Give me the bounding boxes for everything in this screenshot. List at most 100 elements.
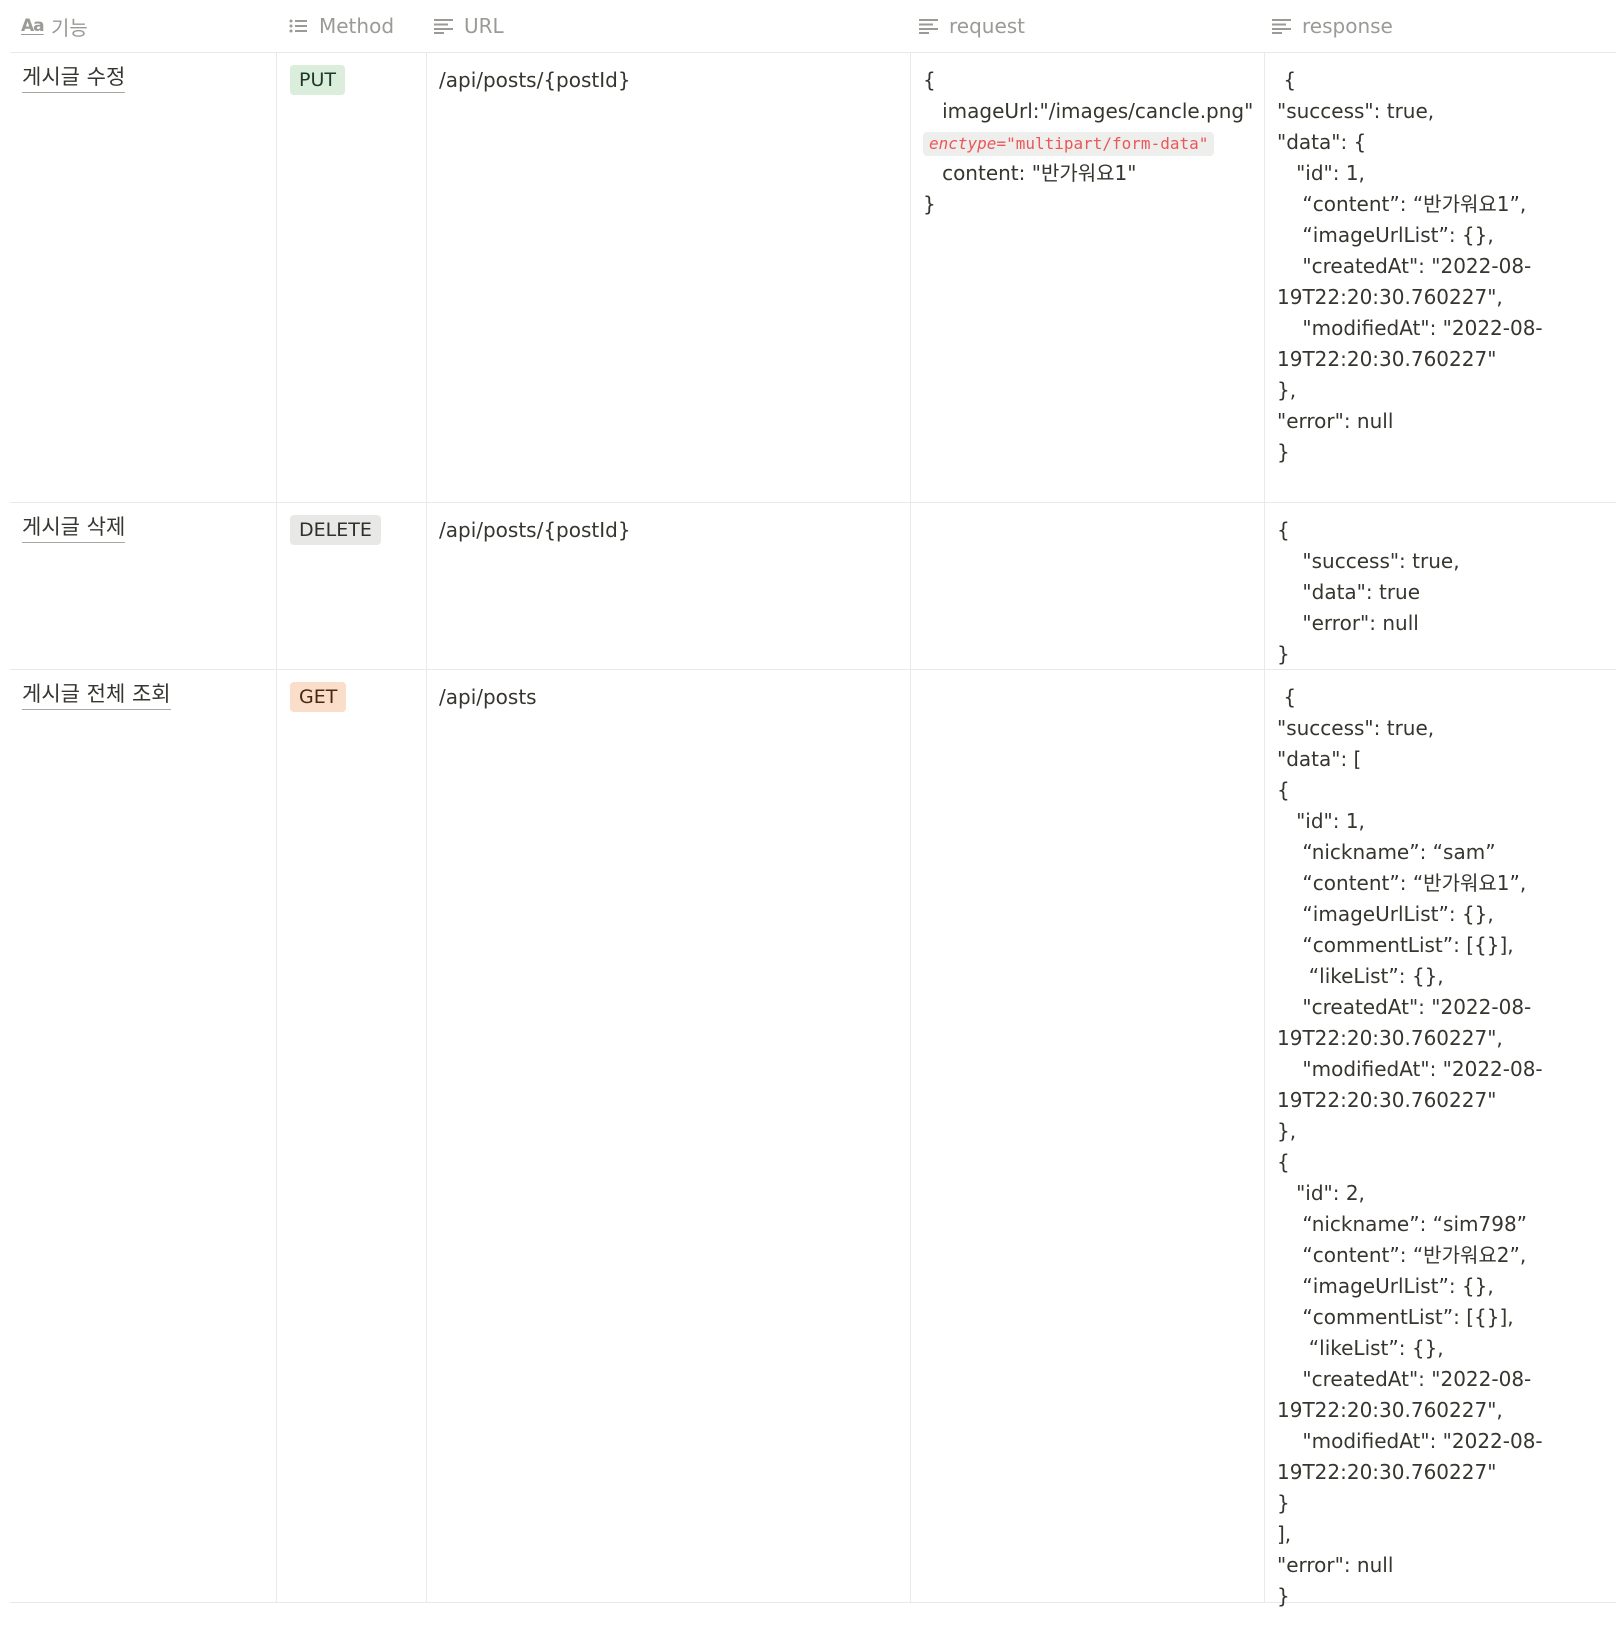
response-line: 19T22:20:30.760227", [1277, 1398, 1503, 1422]
response-cell[interactable]: { "success": true, "data": [ { "id": 1, “ni… [1264, 670, 1617, 1608]
column-header-label: Method [319, 14, 395, 38]
method-cell[interactable]: GET [276, 670, 427, 1602]
table-row[interactable]: 게시글 수정 PUT /api/posts/{postId} { imageUr… [10, 53, 1616, 503]
column-header-response[interactable]: response [1272, 0, 1393, 52]
response-line: “content”: “반가워요2”, [1277, 1243, 1527, 1267]
response-line: “nickname”: “sim798” [1277, 1212, 1528, 1236]
row-title[interactable]: 게시글 수정 [22, 63, 126, 93]
response-line: } [1277, 1584, 1290, 1608]
method-tag-delete: DELETE [290, 515, 381, 545]
response-line: "error": null [1277, 409, 1394, 433]
column-header-feature[interactable]: Aa 기능 [21, 0, 88, 52]
response-line: } [1277, 642, 1290, 666]
method-tag-put: PUT [290, 65, 345, 95]
request-cell[interactable] [910, 503, 1265, 669]
request-line: { [923, 68, 936, 92]
response-line: “likeList”: {}, [1277, 964, 1444, 988]
response-line: “imageUrlList”: {}, [1277, 902, 1494, 926]
column-header-label: URL [464, 14, 504, 38]
response-line: { [1277, 1150, 1290, 1174]
request-line: enctype="multipart/form-data" [923, 127, 1253, 158]
response-line: “imageUrlList”: {}, [1277, 223, 1494, 247]
row-title[interactable]: 게시글 전체 조회 [22, 680, 171, 710]
url-cell[interactable]: /api/posts [426, 670, 911, 1602]
url-text: /api/posts [439, 685, 537, 709]
url-cell[interactable]: /api/posts/{postId} [426, 503, 911, 669]
response-line: 19T22:20:30.760227" [1277, 1460, 1497, 1484]
table-row[interactable]: 게시글 삭제 DELETE /api/posts/{postId} { "suc… [10, 503, 1616, 670]
response-line: { [1277, 68, 1297, 92]
response-line: 19T22:20:30.760227", [1277, 1026, 1503, 1050]
method-cell[interactable]: DELETE [276, 503, 427, 669]
response-line: { [1277, 778, 1290, 802]
response-line: "success": true, [1277, 716, 1435, 740]
response-line: { [1277, 518, 1290, 542]
response-line: “content”: “반가워요1”, [1277, 871, 1527, 895]
response-line: “nickname”: “sam” [1277, 840, 1496, 864]
response-line: “imageUrlList”: {}, [1277, 1274, 1494, 1298]
column-header-label: 기능 [51, 15, 88, 40]
response-line: "data": true [1277, 580, 1421, 604]
response-line: "modifiedAt": "2022-08- [1277, 1429, 1543, 1453]
database-table: Aa 기능 Method URL request response 게시글 수정… [10, 0, 1617, 1608]
response-cell[interactable]: { "success": true, "data": true "error":… [1264, 503, 1617, 669]
request-body: { imageUrl:"/images/cancle.png" enctype=… [923, 65, 1253, 220]
response-line: "createdAt": "2022-08- [1277, 254, 1532, 278]
row-title[interactable]: 게시글 삭제 [22, 513, 126, 543]
column-header-method[interactable]: Method [289, 0, 394, 52]
response-line: "id": 1, [1277, 161, 1365, 185]
response-line: "error": null [1277, 1553, 1394, 1577]
feature-cell[interactable]: 게시글 수정 [10, 53, 276, 502]
table-row[interactable]: 게시글 전체 조회 GET /api/posts { "success": tru… [10, 670, 1617, 1608]
code-value: ="multipart/form-data" [996, 134, 1209, 153]
response-line: "success": true, [1277, 99, 1435, 123]
response-body: { "success": true, "data": { "id": 1, “con… [1277, 65, 1612, 468]
text-lines-icon [919, 18, 939, 34]
request-line: } [923, 192, 936, 216]
response-line: "data": [ [1277, 747, 1362, 771]
response-line: 19T22:20:30.760227" [1277, 1088, 1497, 1112]
feature-cell[interactable]: 게시글 전체 조회 [10, 670, 276, 1602]
request-cell[interactable]: { imageUrl:"/images/cancle.png" enctype=… [910, 53, 1265, 502]
request-cell[interactable] [910, 670, 1265, 1602]
column-header-label: request [949, 14, 1026, 38]
response-line: "error": null [1277, 611, 1419, 635]
column-header-url[interactable]: URL [434, 0, 504, 52]
response-line: } [1277, 1491, 1290, 1515]
title-aa-icon: Aa [21, 16, 45, 36]
text-lines-icon [1272, 18, 1292, 34]
response-line: "id": 2, [1277, 1181, 1365, 1205]
request-line: imageUrl:"/images/cancle.png" [923, 99, 1254, 123]
text-lines-icon [434, 18, 454, 34]
response-line: “commentList”: [{}], [1277, 1305, 1514, 1329]
feature-cell[interactable]: 게시글 삭제 [10, 503, 276, 669]
method-cell[interactable]: PUT [276, 53, 427, 502]
response-body: { "success": true, "data": [ { "id": 1, “ni… [1277, 682, 1612, 1612]
response-body: { "success": true, "data": true "error":… [1277, 515, 1612, 670]
response-cell[interactable]: { "success": true, "data": { "id": 1, “con… [1264, 53, 1617, 502]
response-line: "createdAt": "2022-08- [1277, 995, 1532, 1019]
code-attr: enctype [929, 134, 997, 153]
response-line: “commentList”: [{}], [1277, 933, 1514, 957]
response-line: "modifiedAt": "2022-08- [1277, 1057, 1543, 1081]
response-line: "data": { [1277, 130, 1367, 154]
response-line: }, [1277, 378, 1297, 402]
response-line: } [1277, 440, 1290, 464]
column-header-label: response [1302, 14, 1393, 38]
inline-code: enctype="multipart/form-data" [923, 132, 1215, 156]
response-line: ], [1277, 1522, 1292, 1546]
url-cell[interactable]: /api/posts/{postId} [426, 53, 911, 502]
response-line: 19T22:20:30.760227" [1277, 347, 1497, 371]
response-line: “likeList”: {}, [1277, 1336, 1444, 1360]
response-line: "success": true, [1277, 549, 1460, 573]
request-line: content: "반가워요1" [923, 161, 1137, 185]
response-line: 19T22:20:30.760227", [1277, 285, 1503, 309]
table-header: Aa 기능 Method URL request response [10, 0, 1616, 53]
response-line: "id": 1, [1277, 809, 1365, 833]
list-icon [289, 18, 309, 34]
response-line: "createdAt": "2022-08- [1277, 1367, 1532, 1391]
response-line: }, [1277, 1119, 1297, 1143]
column-header-request[interactable]: request [919, 0, 1025, 52]
response-line: “content”: “반가워요1”, [1277, 192, 1527, 216]
response-line: "modifiedAt": "2022-08- [1277, 316, 1543, 340]
